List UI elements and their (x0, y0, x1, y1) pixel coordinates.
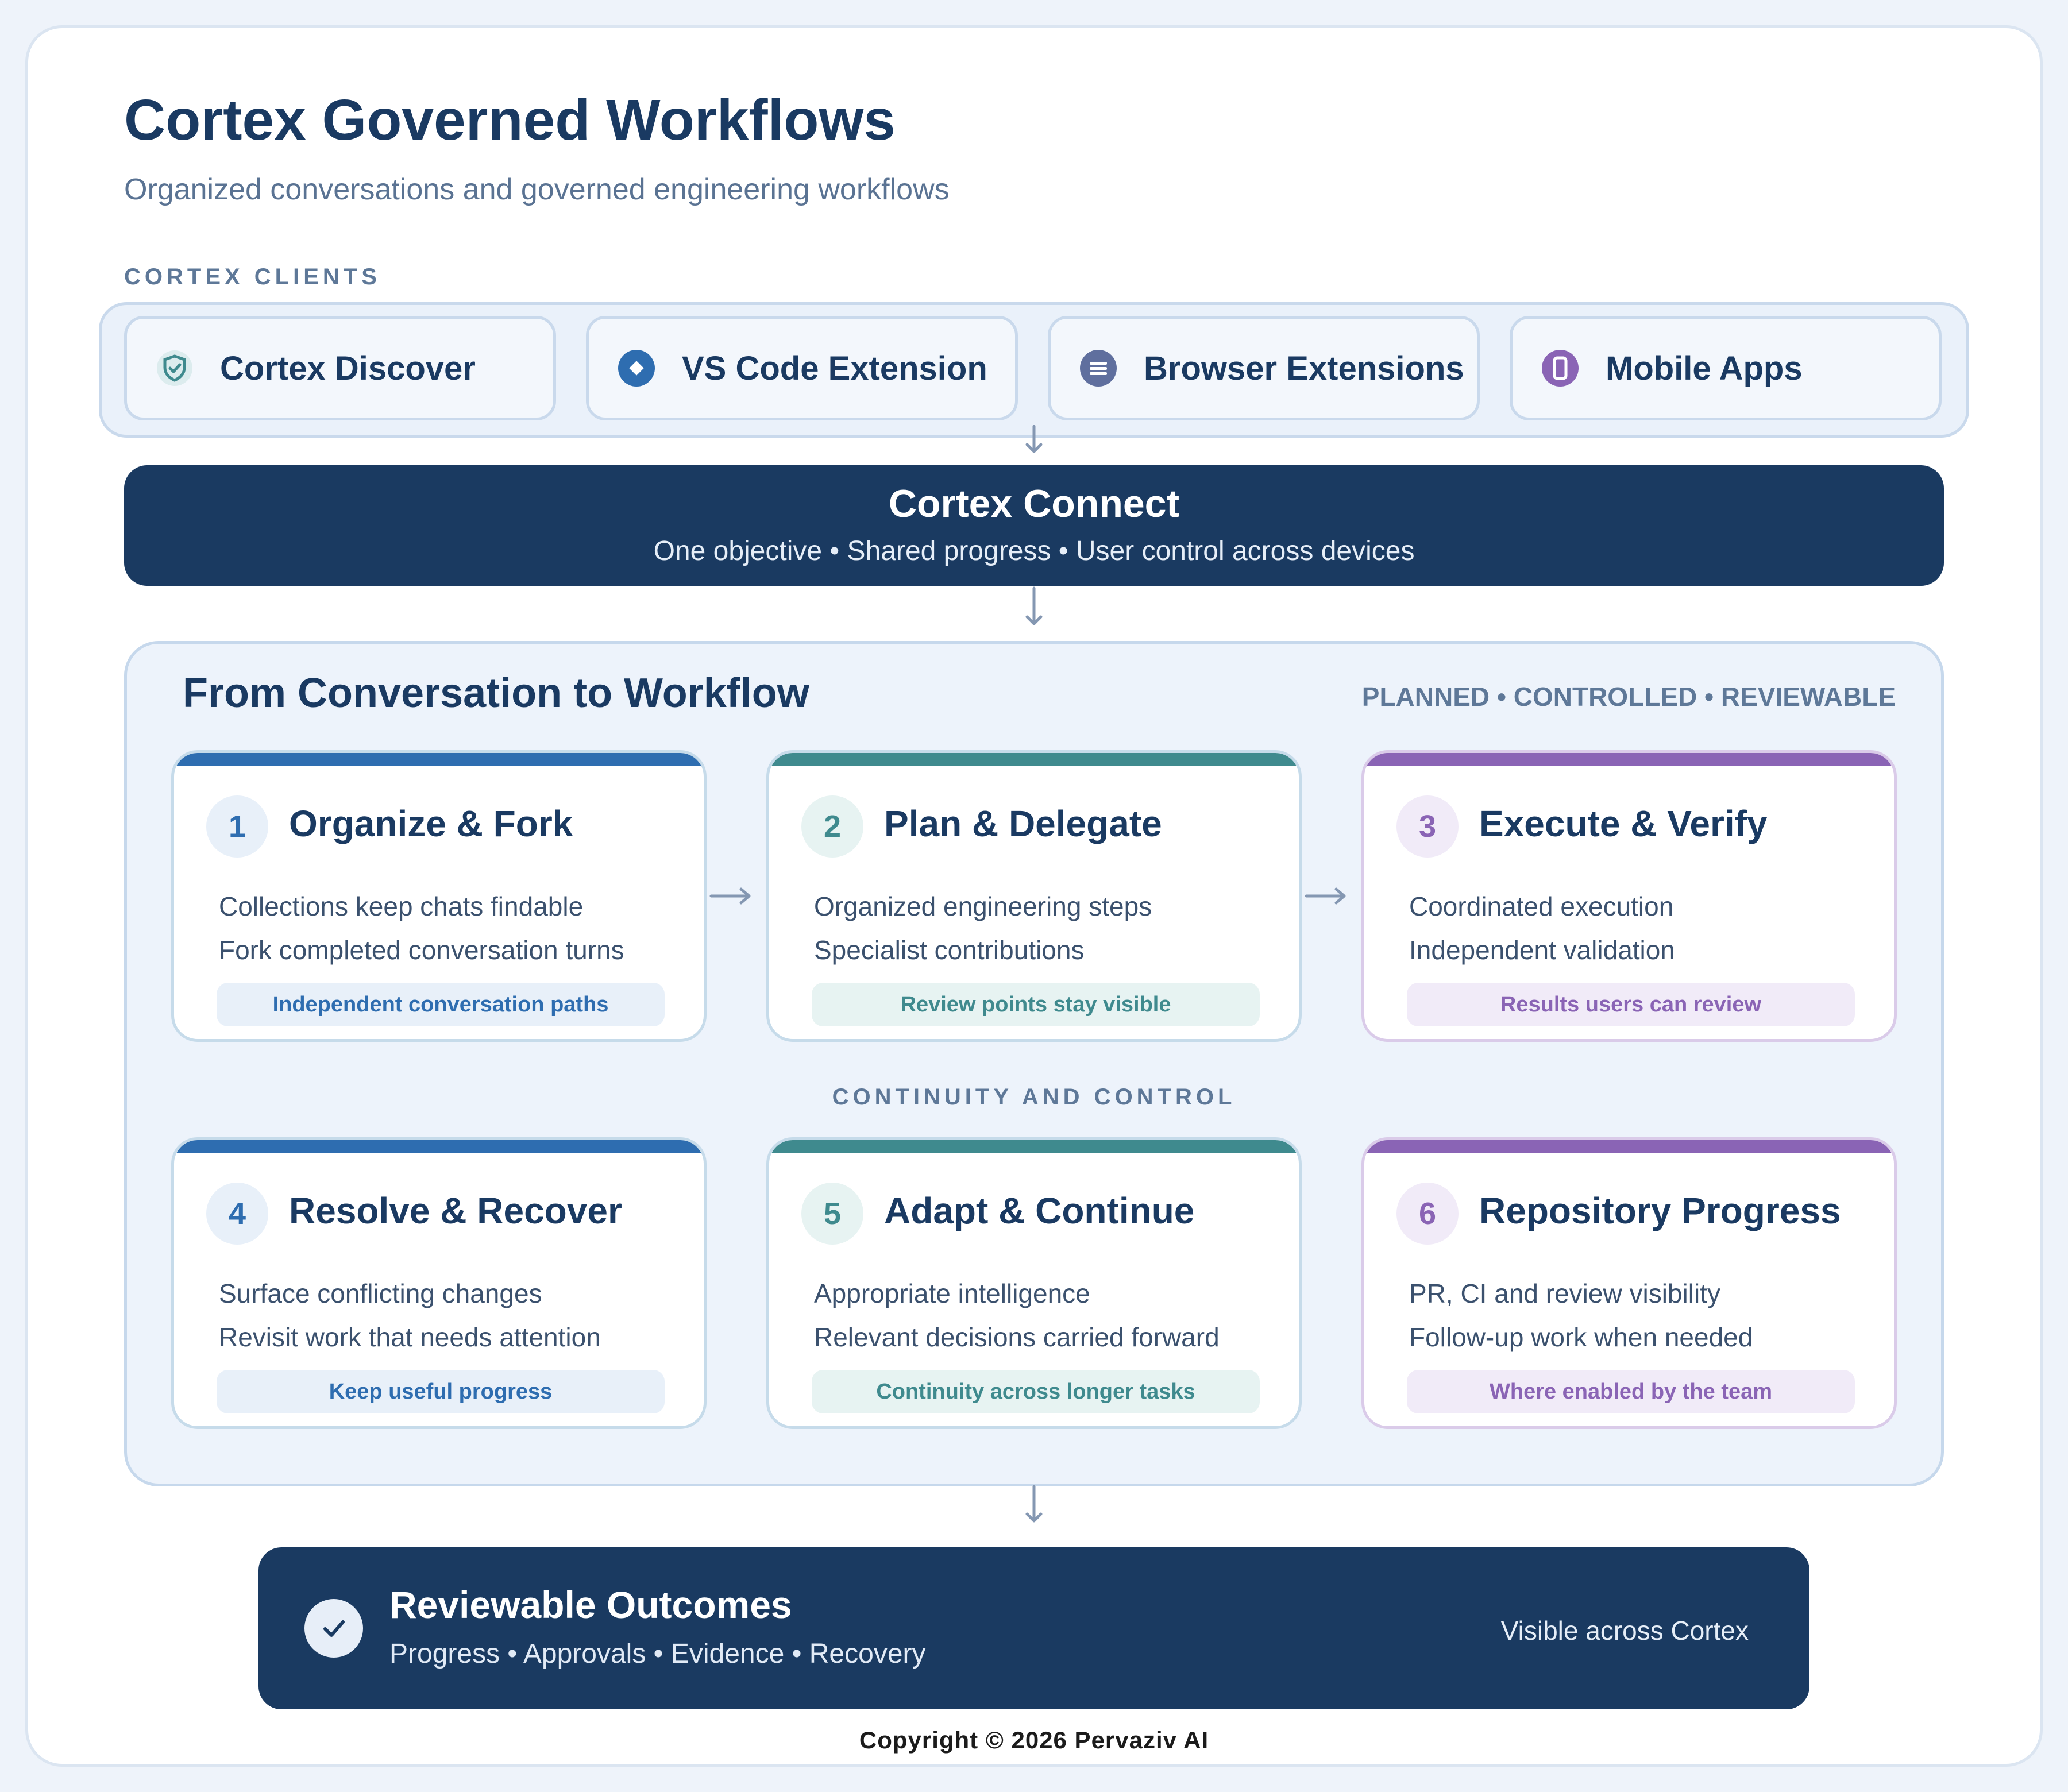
step-number: 4 (206, 1183, 268, 1245)
step-pill: Keep useful progress (217, 1370, 665, 1413)
outcomes-note: Visible across Cortex (1500, 1616, 1749, 1646)
card-accent-bar (1364, 753, 1894, 766)
arrow-down-icon (1023, 586, 1045, 627)
card-accent-bar (769, 753, 1299, 766)
checkmark-icon (304, 1599, 363, 1658)
client-label: Mobile Apps (1606, 349, 1803, 387)
step-line: Revisit work that needs attention (219, 1322, 601, 1352)
step-title: Resolve & Recover (289, 1190, 622, 1231)
step-card-5: 5 Adapt & Continue Appropriate intellige… (766, 1137, 1302, 1429)
arrow-down-icon (1023, 1484, 1045, 1525)
step-card-3: 3 Execute & Verify Coordinated execution… (1361, 750, 1897, 1042)
workflow-title: From Conversation to Workflow (183, 670, 809, 716)
step-pill: Continuity across longer tasks (812, 1370, 1260, 1413)
step-line: Relevant decisions carried forward (814, 1322, 1220, 1352)
client-browser-extensions: Browser Extensions (1048, 316, 1480, 420)
lines-icon (1079, 349, 1117, 387)
client-label: Cortex Discover (220, 349, 476, 387)
step-card-4: 4 Resolve & Recover Surface conflicting … (171, 1137, 707, 1429)
connect-subtitle: One objective • Shared progress • User c… (653, 536, 1415, 566)
copyright-text: Copyright © 2026 Pervaziv AI (859, 1727, 1209, 1754)
phone-icon (1541, 349, 1579, 387)
step-pill: Where enabled by the team (1407, 1370, 1855, 1413)
client-label: Browser Extensions (1144, 349, 1464, 387)
step-card-2: 2 Plan & Delegate Organized engineering … (766, 750, 1302, 1042)
clients-section-label: CORTEX CLIENTS (124, 264, 381, 289)
cortex-connect-banner: Cortex Connect One objective • Shared pr… (124, 465, 1944, 586)
card-accent-bar (769, 1140, 1299, 1153)
step-line: Surface conflicting changes (219, 1279, 542, 1308)
page-title: Cortex Governed Workflows (124, 88, 896, 152)
diamond-icon (618, 349, 655, 387)
workflow-tagline: PLANNED • CONTROLLED • REVIEWABLE (1361, 682, 1896, 712)
step-line: Coordinated execution (1409, 891, 1674, 921)
arrow-right-icon (709, 885, 755, 907)
step-pill: Independent conversation paths (217, 983, 665, 1026)
client-cortex-discover: Cortex Discover (124, 316, 556, 420)
outcomes-title: Reviewable Outcomes (389, 1584, 792, 1626)
card-accent-bar (174, 1140, 704, 1153)
step-line: PR, CI and review visibility (1409, 1279, 1720, 1308)
step-line: Organized engineering steps (814, 891, 1152, 921)
outcomes-subtitle: Progress • Approvals • Evidence • Recove… (389, 1639, 926, 1669)
continuity-label: CONTINUITY AND CONTROL (832, 1084, 1236, 1110)
step-pill: Results users can review (1407, 983, 1855, 1026)
step-line: Collections keep chats findable (219, 891, 584, 921)
step-line: Follow-up work when needed (1409, 1322, 1753, 1352)
step-number: 6 (1396, 1183, 1459, 1245)
step-pill: Review points stay visible (812, 983, 1260, 1026)
reviewable-outcomes-banner: Reviewable Outcomes Progress • Approvals… (258, 1547, 1810, 1709)
step-number: 5 (801, 1183, 863, 1245)
shield-check-icon (156, 349, 194, 387)
step-line: Specialist contributions (814, 935, 1085, 965)
arrow-right-icon (1304, 885, 1350, 907)
step-line: Appropriate intelligence (814, 1279, 1090, 1308)
step-number: 1 (206, 795, 268, 858)
arrow-down-icon (1023, 425, 1045, 455)
step-card-1: 1 Organize & Fork Collections keep chats… (171, 750, 707, 1042)
page-subtitle: Organized conversations and governed eng… (124, 173, 950, 206)
card-accent-bar (1364, 1140, 1894, 1153)
client-mobile-apps: Mobile Apps (1510, 316, 1942, 420)
step-number: 3 (1396, 795, 1459, 858)
step-title: Execute & Verify (1479, 803, 1768, 844)
step-line: Fork completed conversation turns (219, 935, 624, 965)
step-number: 2 (801, 795, 863, 858)
step-title: Repository Progress (1479, 1190, 1841, 1231)
step-title: Adapt & Continue (884, 1190, 1195, 1231)
step-line: Independent validation (1409, 935, 1675, 965)
connect-title: Cortex Connect (888, 482, 1180, 526)
client-vs-code-extension: VS Code Extension (586, 316, 1018, 420)
step-title: Plan & Delegate (884, 803, 1162, 844)
client-label: VS Code Extension (682, 349, 987, 387)
card-accent-bar (174, 753, 704, 766)
step-title: Organize & Fork (289, 803, 573, 844)
step-card-6: 6 Repository Progress PR, CI and review … (1361, 1137, 1897, 1429)
